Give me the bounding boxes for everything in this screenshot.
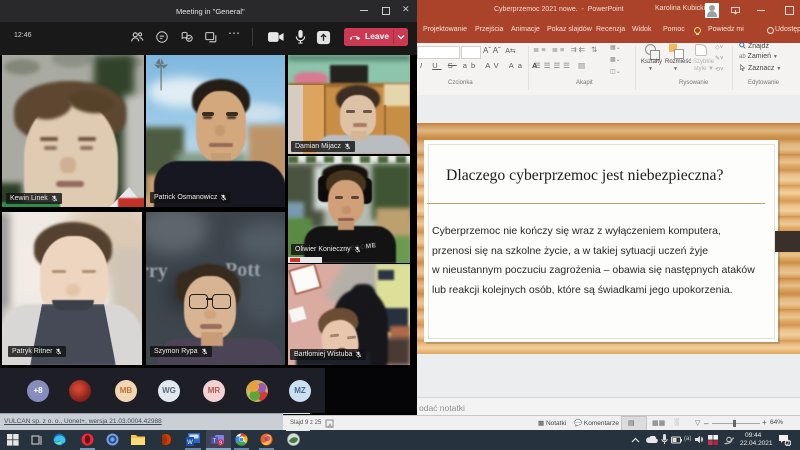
svg-text:9: 9	[219, 441, 222, 447]
svg-text:W: W	[187, 440, 193, 446]
svg-text:2: 2	[786, 441, 789, 446]
